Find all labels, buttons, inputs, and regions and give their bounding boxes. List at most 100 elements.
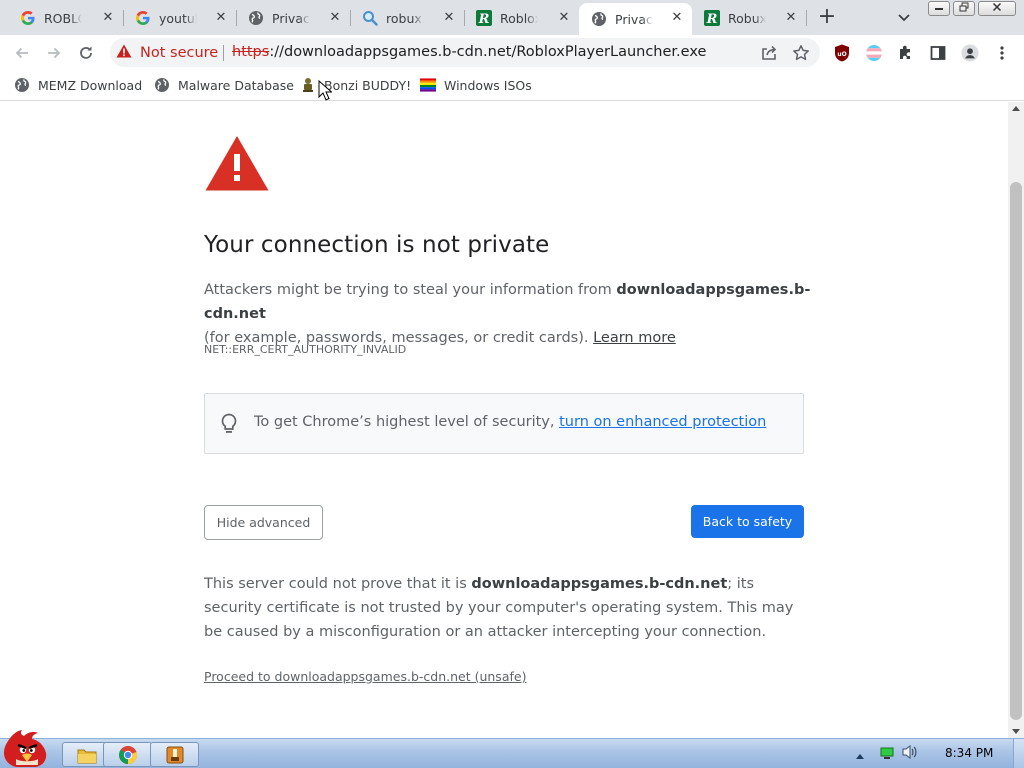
tab-search-chevron-icon[interactable] [896, 9, 912, 25]
tab-strip: ROBLOX ✕ youtube ✕ Privacy e ✕ robux.ex … [0, 0, 1024, 35]
security-chip[interactable]: Not secure [116, 41, 218, 64]
tab-privacy-error-active[interactable]: Privacy e ✕ [579, 3, 692, 35]
details-domain: downloadappsgames.b-cdn.net [471, 576, 728, 592]
ublock-origin-icon[interactable]: uO [833, 44, 851, 62]
roblox-r-icon: R [476, 10, 492, 26]
learn-more-link[interactable]: Learn more [593, 330, 676, 346]
bookmark-bonzi-buddy[interactable]: Bonzi BUDDY! [300, 76, 411, 94]
restore-button[interactable] [953, 1, 975, 16]
page-title: Your connection is not private [204, 232, 550, 258]
start-button-angry-bird-icon[interactable] [2, 729, 52, 768]
close-icon[interactable]: ✕ [328, 11, 342, 25]
close-icon[interactable]: ✕ [101, 11, 115, 25]
scroll-up-arrow-icon[interactable] [1012, 106, 1020, 111]
close-icon[interactable]: ✕ [557, 11, 571, 25]
details-paragraph: This server could not prove that it is d… [204, 572, 804, 644]
taskbar-app-button[interactable] [150, 742, 199, 767]
tab-title: Privacy e [615, 11, 653, 27]
url-text[interactable]: https://downloadappsgames.b-cdn.net/Robl… [232, 44, 706, 60]
tab-title: RobloxPl [500, 10, 538, 26]
google-g-icon [20, 10, 36, 26]
tab-robux-exe[interactable]: robux.ex ✕ [350, 3, 464, 33]
side-panel-icon[interactable] [929, 44, 947, 62]
forward-button[interactable] [43, 42, 65, 64]
close-icon[interactable]: ✕ [670, 11, 684, 25]
google-g-icon [135, 10, 151, 26]
enhanced-protection-text: To get Chrome’s highest level of securit… [254, 414, 766, 430]
explanation-paragraph: Attackers might be trying to steal your … [204, 278, 824, 350]
proceed-unsafe-link[interactable]: Proceed to downloadappsgames.b-cdn.net (… [204, 669, 526, 684]
close-icon[interactable]: ✕ [784, 11, 798, 25]
close-window-button[interactable] [978, 1, 1016, 16]
bookmark-label: Bonzi BUDDY! [324, 77, 412, 93]
scroll-down-arrow-icon[interactable] [1012, 729, 1020, 734]
explanation-prefix: Attackers might be trying to steal your … [204, 282, 617, 298]
back-button[interactable] [11, 42, 33, 64]
svg-text:uO: uO [837, 51, 846, 58]
bookmark-malware-database[interactable]: Malware Database [154, 76, 294, 94]
trans-flag-extension-icon[interactable] [865, 44, 883, 62]
hide-advanced-button[interactable]: Hide advanced [204, 505, 323, 540]
globe-icon [154, 77, 170, 93]
tab-robloxplayer[interactable]: R RobloxPl ✕ [464, 3, 579, 33]
system-tray [855, 745, 919, 763]
new-tab-button[interactable]: + [815, 6, 839, 30]
back-to-safety-button[interactable]: Back to safety [691, 505, 804, 538]
chrome-icon [118, 745, 137, 764]
windows-taskbar: 8:34 PM [0, 730, 1024, 768]
close-icon[interactable]: ✕ [214, 11, 228, 25]
lightbulb-icon [221, 413, 237, 439]
network-icon[interactable] [879, 745, 895, 764]
warning-triangle-icon [116, 44, 132, 62]
bookmark-windows-isos[interactable]: Windows ISOs [420, 76, 532, 94]
omnibox-divider [223, 45, 224, 61]
tab-roblox[interactable]: ROBLOX ✕ [8, 3, 123, 33]
tab-title: youtube [159, 10, 197, 26]
bookmark-memz-download[interactable]: MEMZ Download [14, 76, 142, 94]
volume-icon[interactable] [901, 744, 919, 764]
tab-title: ROBLOX [44, 10, 82, 26]
show-desktop-button[interactable] [1013, 739, 1024, 768]
reload-icon [80, 46, 92, 59]
roblox-r-icon: R [704, 10, 720, 26]
archive-app-icon [166, 746, 183, 763]
taskbar-clock[interactable]: 8:34 PM [945, 746, 993, 760]
tab-title: Robux T [728, 10, 766, 26]
warning-triangle-icon [204, 134, 270, 196]
profile-avatar-icon[interactable] [961, 44, 979, 62]
svg-text:R: R [478, 12, 490, 26]
share-icon[interactable] [760, 45, 778, 65]
reload-button[interactable] [75, 42, 97, 64]
tab-robux-t[interactable]: R Robux T ✕ [692, 3, 806, 33]
mouse-cursor-icon [318, 79, 333, 106]
enhanced-protection-link[interactable]: turn on enhanced protection [559, 414, 766, 430]
tray-expand-icon[interactable] [855, 745, 865, 764]
url-scheme: https [232, 44, 270, 60]
page-scrollbar[interactable] [1008, 102, 1024, 738]
bookmark-label: Windows ISOs [444, 77, 532, 93]
globe-icon [248, 10, 264, 26]
forward-arrow-icon [48, 47, 61, 59]
tab-youtube[interactable]: youtube ✕ [123, 3, 236, 33]
search-magnifier-icon [362, 10, 378, 26]
interstitial-page: Your connection is not private Attackers… [0, 102, 1008, 738]
globe-icon [591, 11, 607, 27]
browser-toolbar: Not secure https://downloadappsgames.b-c… [0, 35, 1024, 70]
minimize-button[interactable] [928, 1, 950, 16]
tab-divider [806, 10, 807, 26]
tab-privacy-error[interactable]: Privacy e ✕ [236, 3, 350, 33]
close-icon[interactable]: ✕ [442, 11, 456, 25]
address-bar[interactable]: Not secure https://downloadappsgames.b-c… [110, 38, 820, 67]
bonzi-icon [300, 77, 316, 93]
tab-title: Privacy e [272, 10, 310, 26]
taskbar-chrome-button[interactable] [103, 742, 152, 767]
bookmarks-bar: MEMZ Download Malware Database Bonzi BUD… [0, 70, 1024, 101]
bookmark-label: MEMZ Download [38, 77, 143, 93]
security-label: Not secure [140, 44, 219, 61]
scrollbar-thumb[interactable] [1010, 182, 1022, 720]
bookmark-star-icon[interactable] [792, 44, 810, 66]
extensions-puzzle-icon[interactable] [897, 44, 915, 62]
globe-icon [14, 77, 30, 93]
svg-text:R: R [706, 12, 718, 26]
kebab-menu-icon[interactable] [993, 44, 1011, 62]
